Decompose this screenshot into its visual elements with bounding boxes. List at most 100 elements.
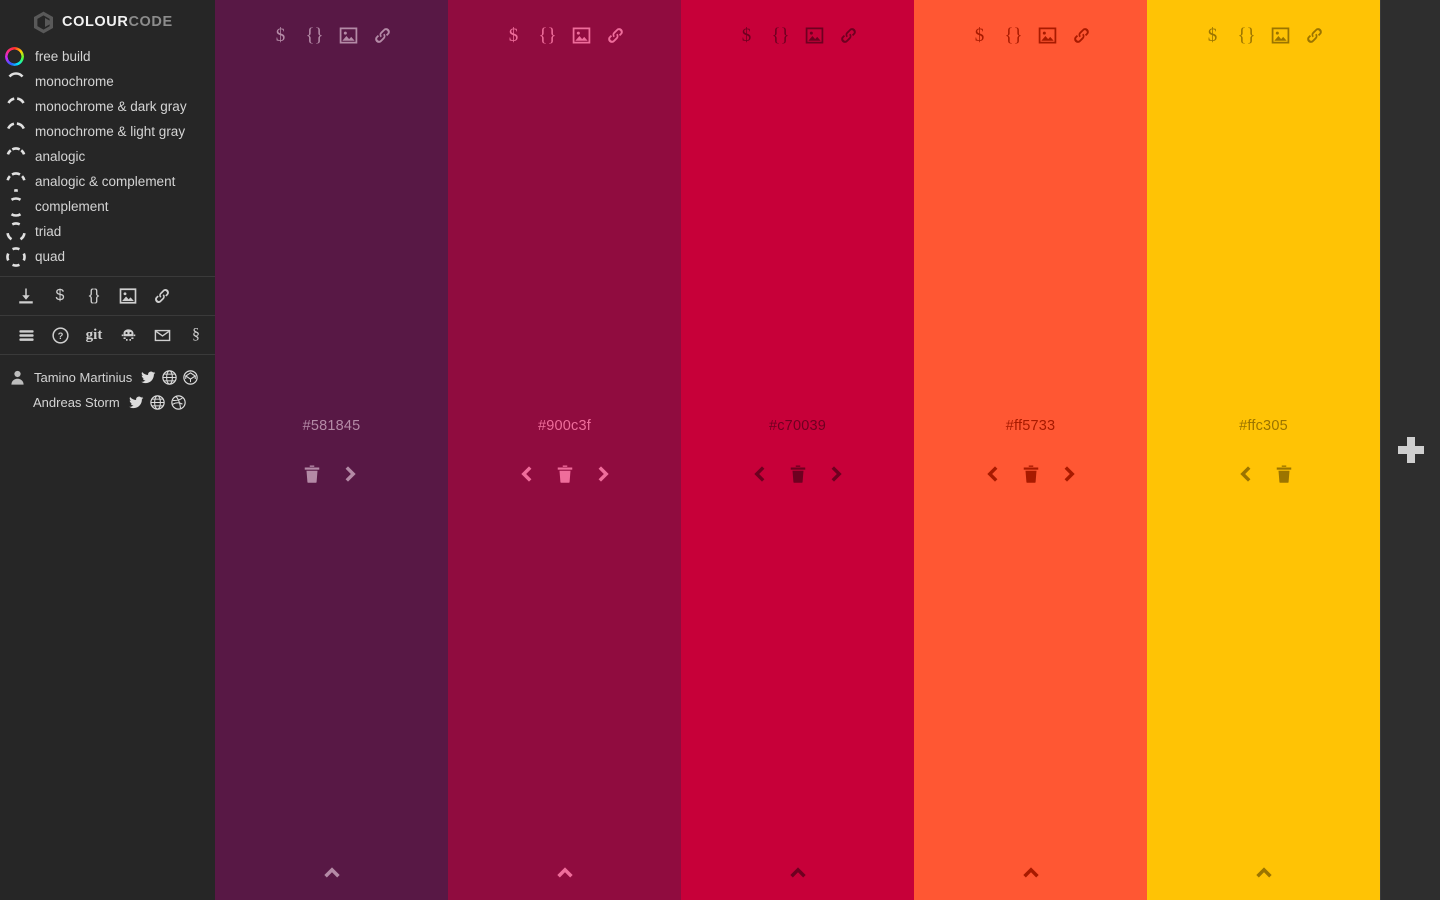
scheme-item-free-build[interactable]: free build: [0, 44, 215, 69]
colour-hex-value[interactable]: #ffc305: [1239, 418, 1288, 434]
scheme-item-monochrome-dark-gray[interactable]: monochrome & dark gray: [0, 94, 215, 119]
scheme-item-label: monochrome & light gray: [35, 123, 186, 139]
colour-column[interactable]: $ {} #581845: [215, 0, 448, 900]
braces-icon[interactable]: {}: [1236, 23, 1258, 47]
arc-monochrome-icon: [5, 71, 27, 92]
colour-hex-value[interactable]: #581845: [303, 418, 361, 434]
braces-icon[interactable]: {}: [1003, 23, 1025, 47]
scheme-list: free build monochrome monochrome & dark gr…: [0, 44, 215, 269]
scheme-item-monochrome-light-gray[interactable]: monochrome & light gray: [0, 119, 215, 144]
link-icon[interactable]: [605, 23, 627, 47]
twitter-icon[interactable]: [128, 395, 144, 410]
git-icon[interactable]: git: [77, 318, 111, 352]
delete-icon[interactable]: [553, 461, 577, 487]
move-left-icon[interactable]: [746, 461, 770, 487]
delete-icon[interactable]: [1019, 461, 1043, 487]
column-export-icons: $ {}: [270, 21, 394, 49]
download-icon[interactable]: [9, 279, 43, 313]
move-right-icon[interactable]: [593, 461, 617, 487]
colour-hex-value[interactable]: #ff5733: [1006, 418, 1056, 434]
plus-icon: [1397, 437, 1424, 463]
column-collapse-bar: [448, 861, 681, 883]
codepen-icon[interactable]: [183, 370, 198, 385]
collapse-up-icon[interactable]: [1016, 861, 1046, 883]
delete-icon[interactable]: [300, 461, 324, 487]
collapse-up-icon[interactable]: [1249, 861, 1279, 883]
mail-icon[interactable]: [145, 318, 179, 352]
link-icon[interactable]: [1304, 23, 1326, 47]
image-icon[interactable]: [571, 23, 593, 47]
image-icon[interactable]: [1037, 23, 1059, 47]
colour-column[interactable]: $ {} #c70039: [681, 0, 914, 900]
move-right-icon[interactable]: [1059, 461, 1083, 487]
move-right-icon[interactable]: [826, 461, 850, 487]
move-right-icon[interactable]: [340, 461, 364, 487]
credit-name: Andreas Storm: [33, 395, 120, 410]
move-left-icon[interactable]: [979, 461, 1003, 487]
braces-icon[interactable]: {}: [77, 279, 111, 313]
credit-links: [128, 395, 186, 410]
help-icon[interactable]: ?: [43, 318, 77, 352]
column-collapse-bar: [215, 861, 448, 883]
scheme-item-analogic-complement[interactable]: analogic & complement: [0, 169, 215, 194]
section-icon[interactable]: §: [179, 318, 213, 352]
link-icon[interactable]: [1071, 23, 1093, 47]
twitter-icon[interactable]: [141, 370, 156, 385]
image-icon[interactable]: [111, 279, 145, 313]
collapse-up-icon[interactable]: [317, 861, 347, 883]
colourcode-logo-icon: [33, 11, 54, 34]
bug-icon[interactable]: [111, 318, 145, 352]
scheme-item-complement[interactable]: complement: [0, 194, 215, 219]
column-center: #581845: [215, 418, 448, 488]
scheme-item-monochrome[interactable]: monochrome: [0, 69, 215, 94]
app-logo[interactable]: COLOURCODE: [0, 0, 215, 44]
colour-hex-value[interactable]: #900c3f: [538, 418, 591, 434]
dollar-icon[interactable]: $: [969, 23, 991, 47]
person-icon: [9, 369, 26, 386]
braces-icon[interactable]: {}: [537, 23, 559, 47]
scheme-item-label: free build: [35, 48, 91, 64]
dollar-icon[interactable]: $: [43, 279, 77, 313]
delete-icon[interactable]: [1272, 461, 1296, 487]
dollar-icon[interactable]: $: [736, 23, 758, 47]
scheme-item-analogic[interactable]: analogic: [0, 144, 215, 169]
dollar-icon[interactable]: $: [270, 23, 292, 47]
globe-icon[interactable]: [162, 370, 177, 385]
scheme-item-quad[interactable]: quad: [0, 244, 215, 269]
image-icon[interactable]: [338, 23, 360, 47]
braces-icon[interactable]: {}: [304, 23, 326, 47]
scheme-item-label: analogic: [35, 148, 86, 164]
menu-icon[interactable]: [9, 318, 43, 352]
collapse-up-icon[interactable]: [550, 861, 580, 883]
arc-monochrome-dark-gray-icon: [5, 96, 27, 117]
link-icon[interactable]: [372, 23, 394, 47]
dollar-icon[interactable]: $: [503, 23, 525, 47]
scheme-item-label: complement: [35, 198, 109, 214]
link-icon[interactable]: [145, 279, 179, 313]
scheme-item-label: analogic & complement: [35, 173, 176, 189]
sidebar: COLOURCODE free build monochrome monochrom…: [0, 0, 215, 900]
move-left-icon[interactable]: [1232, 461, 1256, 487]
image-icon[interactable]: [1270, 23, 1292, 47]
delete-icon[interactable]: [786, 461, 810, 487]
colour-column[interactable]: $ {} #ff5733: [914, 0, 1147, 900]
export-toolbar: ${}: [0, 277, 215, 315]
collapse-up-icon[interactable]: [783, 861, 813, 883]
column-center: #ffc305: [1147, 418, 1380, 488]
dribbble-icon[interactable]: [170, 395, 186, 410]
colour-columns: $ {} #581845 $ {} #900c3f $ {} #c70039 $ {} #ff5733…: [215, 0, 1380, 900]
brand-primary: COLOUR: [62, 13, 129, 30]
colour-column[interactable]: $ {} #900c3f: [448, 0, 681, 900]
move-left-icon[interactable]: [513, 461, 537, 487]
scheme-item-triad[interactable]: triad: [0, 219, 215, 244]
braces-icon[interactable]: {}: [770, 23, 792, 47]
link-icon[interactable]: [838, 23, 860, 47]
image-icon[interactable]: [804, 23, 826, 47]
dollar-icon[interactable]: $: [1202, 23, 1224, 47]
colour-hex-value[interactable]: #c70039: [769, 418, 826, 434]
arc-analogic-icon: [5, 146, 27, 167]
add-colour-button[interactable]: [1380, 0, 1440, 900]
colour-column[interactable]: $ {} #ffc305: [1147, 0, 1380, 900]
globe-icon[interactable]: [149, 395, 165, 410]
column-controls: [1232, 460, 1296, 488]
